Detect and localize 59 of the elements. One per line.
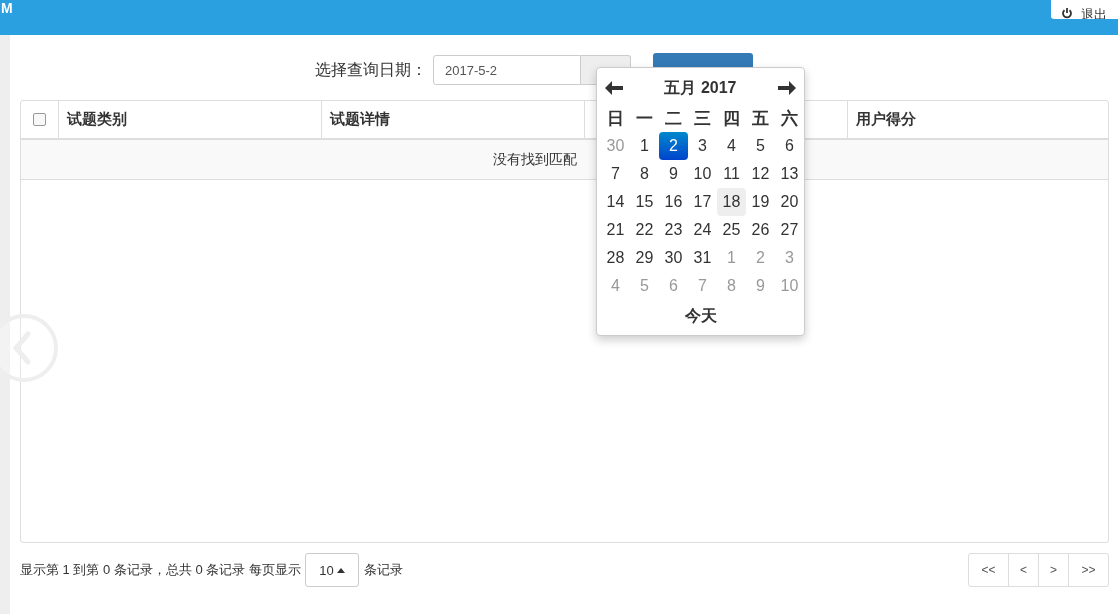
calendar-day[interactable]: 7 <box>601 160 630 188</box>
calendar-day[interactable]: 22 <box>630 216 659 244</box>
page-size-dropdown[interactable]: 10 <box>305 553 359 587</box>
today-button[interactable]: 今天 <box>678 304 723 329</box>
calendar-day[interactable]: 13 <box>775 160 804 188</box>
date-query-label: 选择查询日期： <box>315 59 427 80</box>
calendar-day[interactable]: 11 <box>717 160 746 188</box>
calendar-day[interactable]: 30 <box>659 244 688 272</box>
calendar-day[interactable]: 9 <box>659 160 688 188</box>
calendar-day[interactable]: 27 <box>775 216 804 244</box>
calendar-day[interactable]: 31 <box>688 244 717 272</box>
calendar-day[interactable]: 24 <box>688 216 717 244</box>
calendar-day[interactable]: 25 <box>717 216 746 244</box>
weekday-label: 五 <box>751 107 770 130</box>
weekday-label: 六 <box>780 107 799 130</box>
column-header: 用户得分 <box>856 110 916 129</box>
month-title[interactable]: 五月 2017 <box>664 77 737 99</box>
calendar-day[interactable]: 29 <box>630 244 659 272</box>
calendar-day[interactable]: 19 <box>746 188 775 216</box>
calendar-day[interactable]: 6 <box>775 132 804 160</box>
weekday-label: 三 <box>693 107 712 130</box>
weekday-label: 二 <box>664 107 683 130</box>
page-button[interactable]: < <box>1007 553 1039 587</box>
calendar-day[interactable]: 18 <box>717 188 746 216</box>
page-button[interactable]: << <box>967 553 1009 587</box>
column-header: 试题类别 <box>67 110 127 129</box>
date-input[interactable]: 2017-5-2 <box>433 55 581 85</box>
prev-month-icon[interactable] <box>605 81 623 95</box>
calendar-day[interactable]: 4 <box>717 132 746 160</box>
calendar-day[interactable]: 12 <box>746 160 775 188</box>
weekday-label: 一 <box>635 107 654 130</box>
calendar-day[interactable]: 16 <box>659 188 688 216</box>
calendar-day[interactable]: 26 <box>746 216 775 244</box>
weekday-label: 日 <box>606 107 625 130</box>
calendar-day[interactable]: 21 <box>601 216 630 244</box>
caret-icon <box>336 567 345 573</box>
page-button[interactable]: > <box>1038 553 1069 587</box>
select-all-checkbox[interactable] <box>33 113 46 126</box>
calendar-day[interactable]: 28 <box>601 244 630 272</box>
calendar-day[interactable]: 10 <box>688 160 717 188</box>
calendar-day[interactable]: 14 <box>601 188 630 216</box>
calendar-day[interactable]: 8 <box>630 160 659 188</box>
calendar-day[interactable]: 17 <box>688 188 717 216</box>
calendar-day[interactable]: 2 <box>659 132 688 160</box>
calendar-day[interactable]: 3 <box>688 132 717 160</box>
calendar-day[interactable]: 5 <box>746 132 775 160</box>
power-icon <box>1061 7 1073 19</box>
page-button[interactable]: >> <box>1068 553 1109 587</box>
next-month-icon[interactable] <box>778 81 796 95</box>
empty-message: 没有找到匹配 <box>493 150 577 169</box>
brand-logo-text: M <box>1 0 13 16</box>
calendar-day[interactable]: 20 <box>775 188 804 216</box>
column-header: 试题详情 <box>330 110 390 129</box>
calendar-day[interactable]: 1 <box>630 132 659 160</box>
page-size-suffix: 条记录 <box>364 561 403 579</box>
calendar-day[interactable]: 23 <box>659 216 688 244</box>
calendar-day[interactable]: 15 <box>630 188 659 216</box>
pagination-summary: 显示第 1 到第 0 条记录，总共 0 条记录 每页显示 <box>20 561 301 579</box>
weekday-label: 四 <box>722 107 741 130</box>
